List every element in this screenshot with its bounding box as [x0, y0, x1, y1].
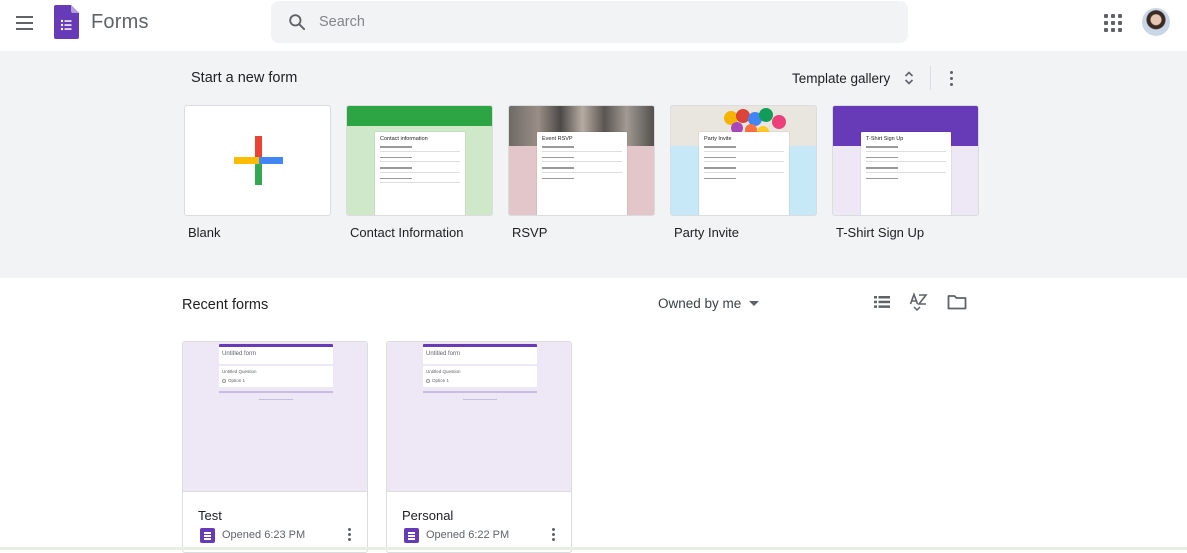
owner-filter-label: Owned by me	[658, 295, 742, 311]
form-preview: Untitled form Untitled Question Option 1	[183, 342, 367, 492]
menu-icon-line	[15, 22, 33, 24]
template-section: Start a new form Template gallery Blank …	[0, 51, 1187, 278]
template-preview-title: T-Shirt Sign Up	[866, 136, 904, 142]
sort-az-icon[interactable]	[908, 291, 930, 313]
template-thumbnail	[184, 105, 331, 216]
template-label: T-Shirt Sign Up	[836, 225, 925, 240]
recent-form-card[interactable]: Untitled form Untitled Question Option 1…	[386, 341, 572, 553]
form-name: Test	[198, 508, 222, 523]
template-gallery-button[interactable]: Template gallery	[783, 63, 920, 93]
app-name[interactable]: Forms	[91, 11, 149, 34]
template-thumbnail: T-Shirt Sign Up	[832, 105, 979, 216]
opened-time: Opened 6:23 PM	[222, 529, 306, 541]
plus-icon	[234, 136, 283, 185]
preview-question: Untitled Question	[222, 369, 257, 374]
form-name: Personal	[402, 508, 454, 523]
list-view-icon[interactable]	[871, 291, 893, 313]
preview-option: Option 1	[228, 378, 246, 383]
template-label: Party Invite	[674, 225, 740, 240]
more-options-icon[interactable]	[940, 65, 962, 91]
recent-forms-title: Recent forms	[182, 297, 269, 313]
top-app-bar: Forms	[0, 0, 1187, 51]
preview-question: Untitled Question	[426, 369, 461, 374]
preview-form-title: Untitled form	[219, 344, 333, 364]
template-tshirt-signup[interactable]: T-Shirt Sign Up T-Shirt Sign Up	[832, 105, 979, 240]
template-thumbnail: Event RSVP	[508, 105, 655, 216]
card-more-options-icon[interactable]	[547, 528, 559, 544]
template-thumbnail: Contact information	[346, 105, 493, 216]
search-icon[interactable]	[287, 12, 307, 32]
template-label: Blank	[188, 225, 221, 240]
forms-logo-icon[interactable]	[54, 5, 79, 39]
search-input[interactable]	[319, 1, 889, 43]
main-menu-button[interactable]	[8, 7, 40, 39]
template-preview-title: Event RSVP	[542, 136, 573, 142]
preview-form-title: Untitled form	[423, 344, 537, 364]
template-party-invite[interactable]: Party Invite Party Invite	[670, 105, 817, 240]
owner-filter-dropdown[interactable]: Owned by me	[652, 289, 765, 317]
template-blank[interactable]: Blank	[184, 105, 331, 240]
template-gallery-label: Template gallery	[792, 70, 891, 86]
menu-icon-line	[15, 28, 33, 30]
dropdown-arrow-icon	[749, 300, 760, 306]
search-bar[interactable]	[271, 1, 908, 43]
template-contact-information[interactable]: Contact information Contact Information	[346, 105, 493, 240]
template-preview-title: Contact information	[380, 136, 428, 142]
unfold-icon	[905, 71, 914, 85]
template-label: Contact Information	[350, 225, 464, 240]
card-more-options-icon[interactable]	[343, 528, 355, 544]
form-preview: Untitled form Untitled Question Option 1	[387, 342, 571, 492]
section-title: Start a new form	[191, 70, 298, 86]
template-header-image	[347, 106, 492, 126]
recent-form-card[interactable]: Untitled form Untitled Question Option 1…	[182, 341, 368, 553]
opened-time: Opened 6:22 PM	[426, 529, 510, 541]
divider	[930, 66, 931, 90]
forms-file-icon	[404, 528, 419, 543]
template-label: RSVP	[512, 225, 548, 240]
folder-icon[interactable]	[946, 291, 968, 313]
template-rsvp[interactable]: Event RSVP RSVP	[508, 105, 655, 240]
account-avatar[interactable]	[1142, 8, 1170, 36]
template-thumbnail: Party Invite	[670, 105, 817, 216]
apps-grid-icon[interactable]	[1102, 12, 1124, 34]
menu-icon-line	[15, 16, 33, 18]
preview-option: Option 1	[432, 378, 450, 383]
forms-file-icon	[200, 528, 215, 543]
template-preview-title: Party Invite	[704, 136, 732, 142]
